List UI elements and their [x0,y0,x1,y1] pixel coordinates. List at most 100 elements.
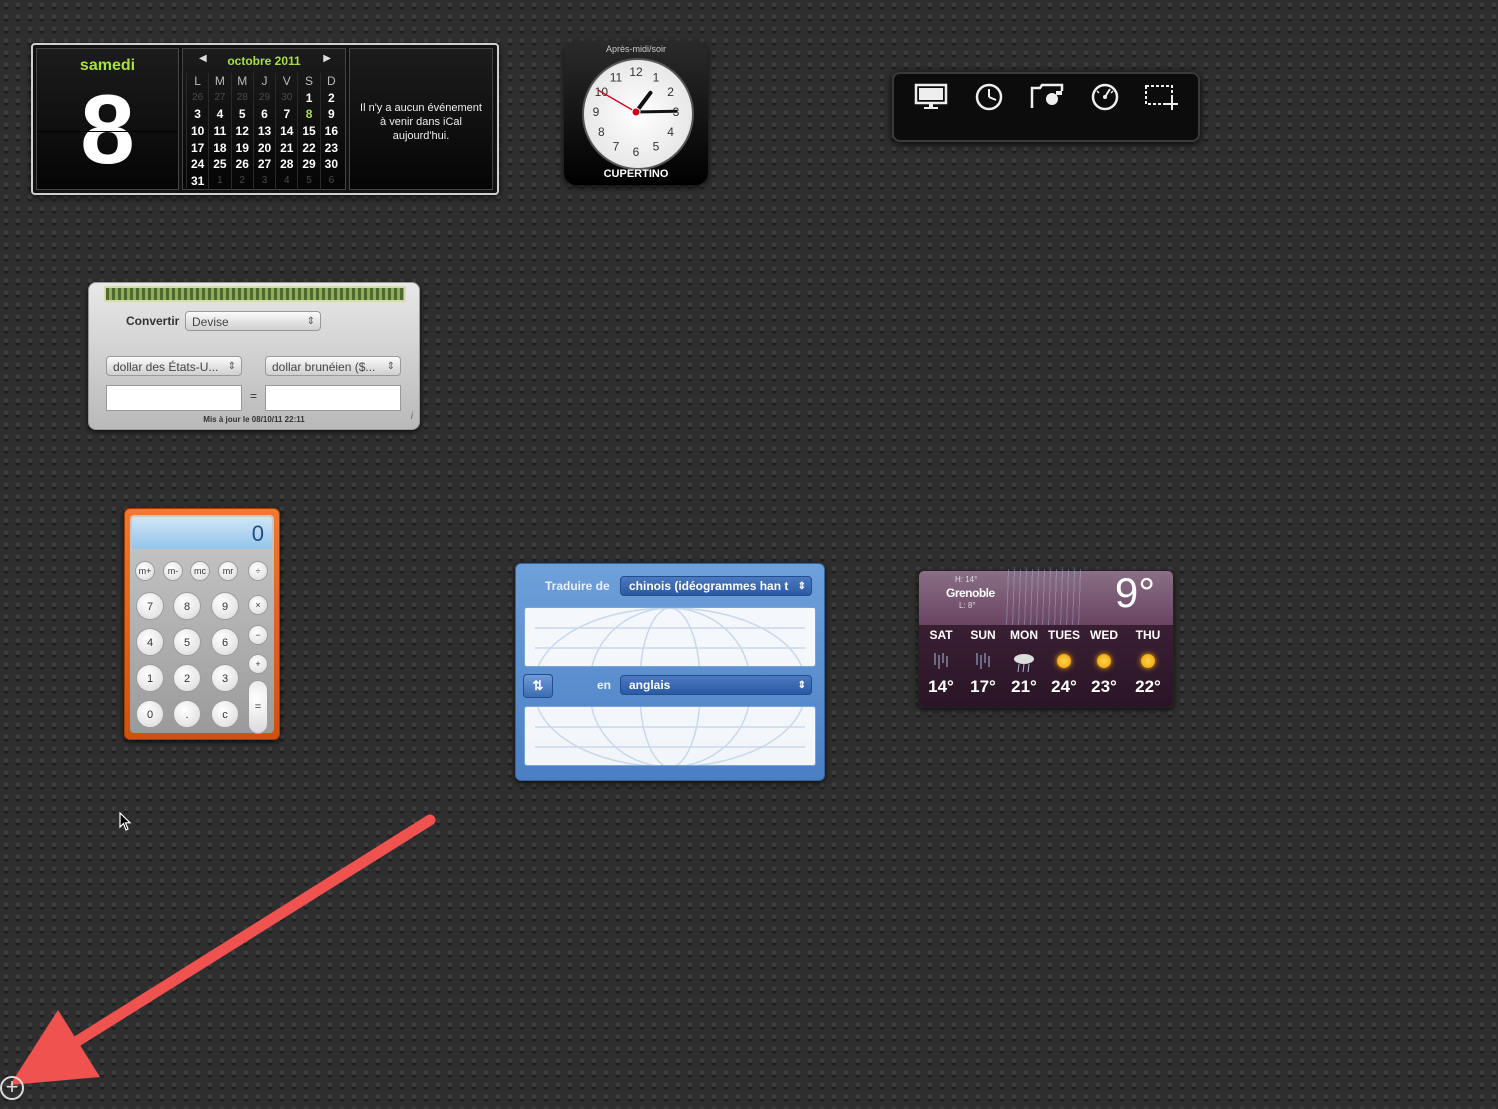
calendar-day-cell: 30 [275,89,297,107]
calendar-day-cell: 1 [208,173,230,190]
calendar-day-cell: 28 [230,89,253,107]
mouse-pointer-icon [119,812,132,831]
weather-current-temp: 9° [1114,569,1155,616]
globe-watermark-icon [535,707,805,765]
memory-recall-button[interactable]: mr [218,561,238,581]
clock-dial: 121234567891011 [593,65,680,159]
forecast-temp: 21° [1011,677,1037,696]
calendar-day-cell: 18 [208,139,230,157]
clock-second-hand [597,89,637,113]
clock-face: 121234567891011 [582,58,694,170]
digit-0-button[interactable]: 0 [136,700,164,728]
minus-button[interactable]: − [248,625,268,645]
calendar-day-number: 8 [80,74,135,184]
conversion-category-select[interactable]: Devise [185,311,321,331]
calendar-day-cell: 11 [208,123,230,140]
calculator-display-value: 0 [251,521,264,546]
digit-5-button[interactable]: 5 [173,628,201,656]
calendar-flip-divider [37,131,178,132]
digit-1-button[interactable]: 1 [136,664,164,692]
plus-button[interactable]: + [248,654,268,674]
clock-minute-hand [634,109,678,114]
translate-from-label: Traduire de [545,579,610,593]
calendar-day-cell: 22 [297,139,319,157]
calendar-day-cell: 17 [186,139,208,157]
to-amount-input[interactable] [265,385,401,411]
calendar-day-cell: 31 [186,173,208,190]
digit-2-button[interactable]: 2 [173,664,201,692]
forecast-temp: 24° [1051,677,1077,696]
divide-button[interactable]: ÷ [248,561,268,581]
translation-widget[interactable]: Traduire de chinois (idéogrammes han t ⇅… [515,563,825,781]
decimal-point-button[interactable]: . [173,700,201,728]
clock-numeral: 1 [653,70,660,84]
gauge-icon[interactable] [1088,82,1122,112]
digit-4-button[interactable]: 4 [136,628,164,656]
rain-icon [921,651,961,673]
translated-text-area [524,706,816,766]
calendar-day-cell: 9 [319,106,342,124]
calendar-today-cell: 8 [297,106,319,124]
calendar-day-cell: 10 [186,123,208,140]
digit-7-button[interactable]: 7 [136,592,164,620]
calendar-day-panel[interactable]: samedi 8 [36,48,179,190]
digit-3-button[interactable]: 3 [211,664,239,692]
forecast-day-name: THU [1135,628,1161,642]
weekday-header: J [252,73,275,90]
calendar-day-cell: 14 [275,123,297,140]
equals-button[interactable]: = [248,680,268,734]
add-widget-button[interactable]: + [0,1076,24,1100]
sun-icon [1128,651,1168,673]
memory-subtract-button[interactable]: m- [163,561,183,581]
convert-label: Convertir [126,314,180,328]
weekday-header: L [186,73,208,90]
clock-icon[interactable] [972,82,1006,112]
calendar-day-cell: 24 [186,156,208,174]
utility-shortcuts-widget[interactable] [892,72,1200,142]
calendar-day-cell: 21 [275,139,297,157]
clock-period-label: Après-midi/soir [605,44,666,54]
swap-languages-button[interactable]: ⇅ [523,674,553,698]
calendar-day-cell: 26 [230,156,253,174]
calendar-month-panel: ◀ octobre 2011 ▶ L M M J V S D 26 27 28 29 30 1 2 3 4 5 6… [182,48,346,190]
digit-6-button[interactable]: 6 [211,628,239,656]
multiply-button[interactable]: × [248,595,268,615]
memory-add-button[interactable]: m+ [135,561,155,581]
weekday-header: M [230,73,253,90]
ical-widget[interactable]: samedi 8 ◀ octobre 2011 ▶ L M M J V S D 26 27 28 2… [31,43,499,195]
display-icon[interactable] [914,82,948,112]
target-language-select[interactable]: anglais [620,675,812,695]
currency-converter-widget[interactable]: Convertir Devise dollar des États-U... d… [88,282,420,430]
to-currency-select[interactable]: dollar brunéien ($... [265,356,401,376]
calendar-day-cell: 4 [275,173,297,190]
calendar-month-grid: L M M J V S D 26 27 28 29 30 1 2 3 4 5 6 7 8 9 10 11 12 13 14 15 16… [186,73,342,190]
digit-8-button[interactable]: 8 [173,592,201,620]
converter-updated-text: Mis à jour le 08/10/11 22:11 [203,415,305,424]
clock-center-pin [631,107,641,117]
weather-high: H: 14° [955,575,978,584]
clock-numeral: 2 [667,85,674,99]
info-icon[interactable]: i [411,411,413,422]
next-month-icon[interactable]: ▶ [323,53,331,64]
translate-to-label: en [597,678,612,692]
digit-9-button[interactable]: 9 [211,592,239,620]
selection-icon[interactable] [1144,82,1178,112]
source-language-select[interactable]: chinois (idéogrammes han t [620,576,812,596]
calendar-day-cell: 26 [186,89,208,107]
world-clock-widget[interactable]: Après-midi/soir 121234567891011 CUPERTIN… [564,41,708,185]
weather-low: L: 8° [959,601,976,610]
folder-camera-icon[interactable] [1030,82,1064,112]
calculator-widget[interactable]: 0 m+ m- mc mr ÷ 7 8 9 × 4 5 6 − + 1 2 3 … [124,508,280,740]
weekday-header: M [208,73,230,90]
weather-widget[interactable]: H: 14° Grenoble L: 8° 9° SAT SUN MON TUE… [918,569,1174,708]
memory-clear-button[interactable]: mc [190,561,210,581]
calendar-day-cell: 20 [252,139,275,157]
calendar-day-cell: 19 [230,139,253,157]
calendar-day-cell: 27 [208,89,230,107]
calendar-day-cell: 3 [186,106,208,124]
source-text-area[interactable] [524,607,816,667]
from-amount-input[interactable] [106,385,242,411]
from-currency-select[interactable]: dollar des États-U... [106,356,242,376]
weekday-header: S [297,73,319,90]
clear-button[interactable]: c [211,700,239,728]
